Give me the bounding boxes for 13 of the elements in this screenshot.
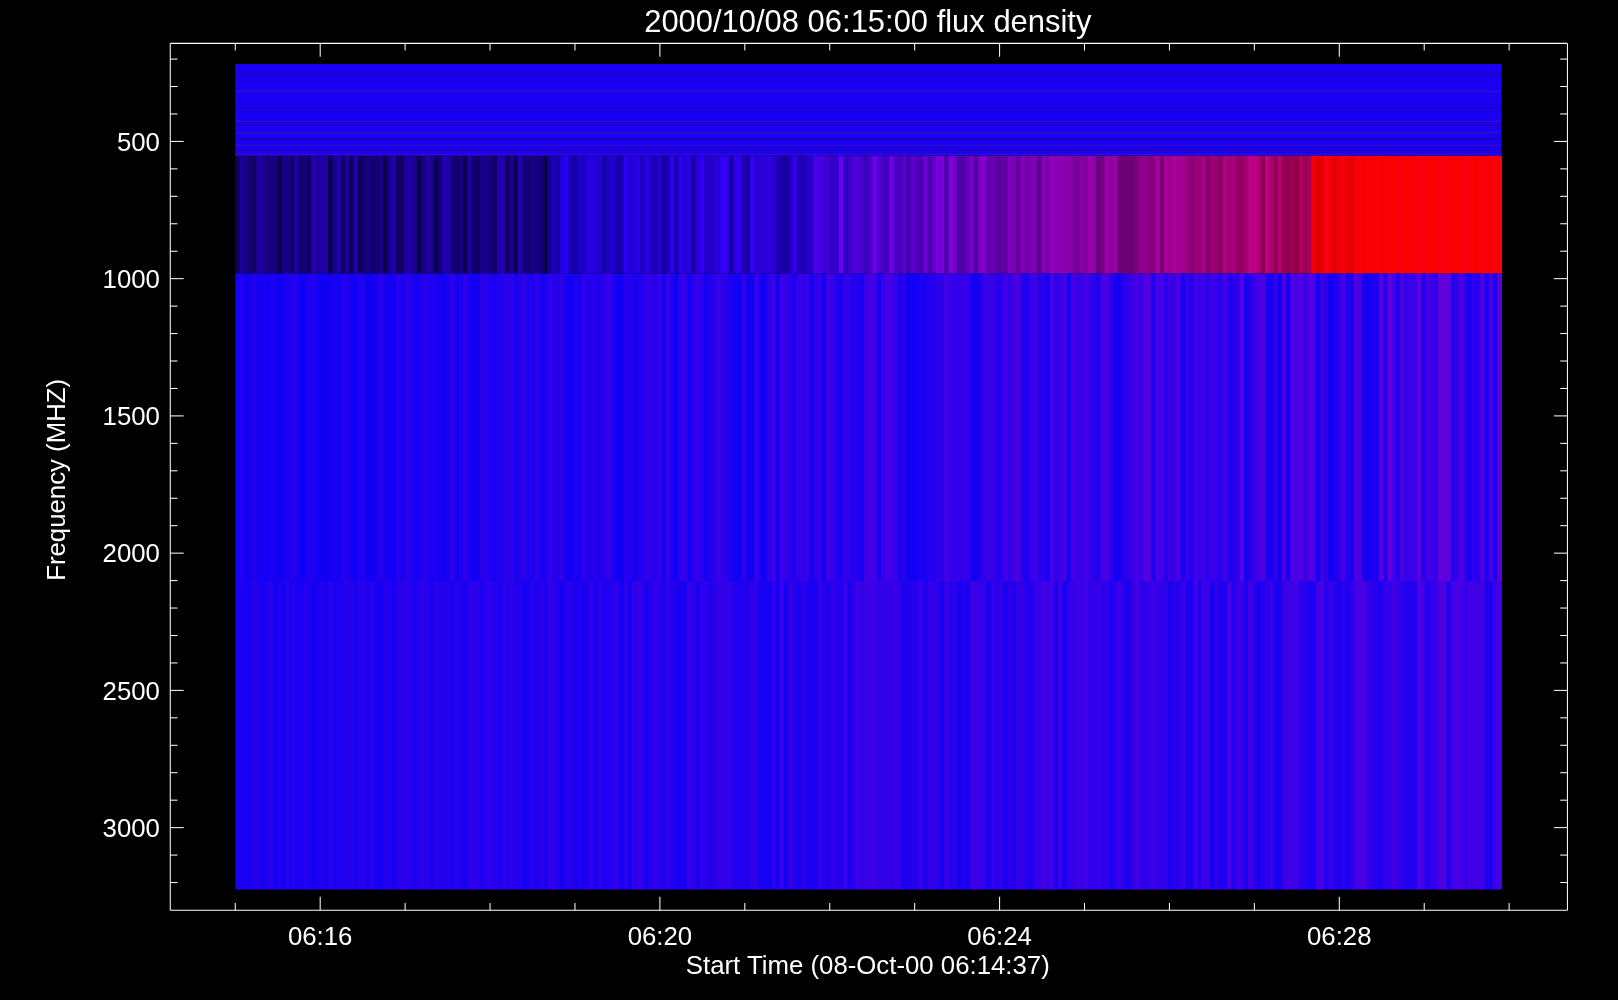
x-axis-label: Start Time (08-Oct-00 06:14:37) bbox=[685, 951, 1050, 980]
x-tick-label: 06:28 bbox=[1307, 922, 1372, 951]
y-tick-label: 2500 bbox=[102, 676, 160, 705]
plot-title: 2000/10/08 06:15:00 flux density bbox=[644, 4, 1092, 40]
x-tick-label: 06:16 bbox=[287, 922, 353, 951]
y-axis-label: Frequency (MHZ) bbox=[42, 378, 70, 581]
y-tick-label: 2000 bbox=[102, 539, 160, 568]
y-tick-label: 500 bbox=[116, 127, 160, 156]
x-tick-label: 06:20 bbox=[627, 922, 693, 951]
y-tick-label: 1500 bbox=[102, 402, 160, 431]
y-tick-label: 1000 bbox=[102, 264, 160, 293]
y-tick-label: 3000 bbox=[102, 813, 160, 842]
x-tick-label: 06:24 bbox=[967, 922, 1032, 951]
